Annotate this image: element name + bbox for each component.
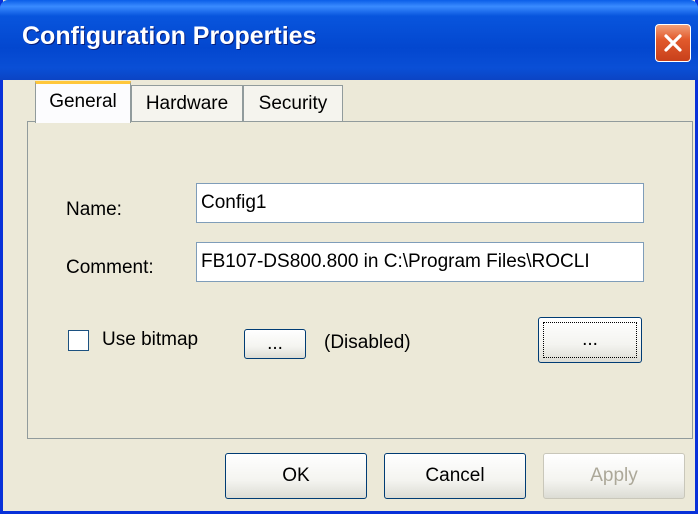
tab-general-label: General bbox=[49, 91, 117, 112]
comment-label: Comment: bbox=[66, 257, 154, 278]
apply-button[interactable]: Apply bbox=[543, 453, 685, 499]
bitmap-preview-button[interactable]: ... bbox=[538, 317, 642, 363]
bitmap-status-text: (Disabled) bbox=[324, 332, 411, 353]
title-bar[interactable]: Configuration Properties bbox=[0, 0, 698, 80]
browse-bitmap-button[interactable]: ... bbox=[244, 329, 306, 359]
ok-button[interactable]: OK bbox=[225, 453, 367, 499]
tab-hardware[interactable]: Hardware bbox=[131, 85, 243, 123]
cancel-button[interactable]: Cancel bbox=[384, 453, 526, 499]
window-title: Configuration Properties bbox=[22, 22, 317, 50]
tab-general[interactable]: General bbox=[35, 81, 131, 123]
tab-hardware-label: Hardware bbox=[145, 93, 229, 114]
tab-security-label: Security bbox=[258, 93, 328, 114]
close-button[interactable] bbox=[655, 24, 691, 62]
name-label: Name: bbox=[66, 199, 122, 220]
use-bitmap-label[interactable]: Use bitmap bbox=[102, 329, 198, 351]
close-icon bbox=[664, 34, 682, 52]
comment-field[interactable]: FB107-DS800.800 in C:\Program Files\ROCL… bbox=[196, 242, 644, 282]
dialog-window: Configuration Properties General Hardwar… bbox=[0, 0, 698, 514]
tab-security[interactable]: Security bbox=[243, 85, 343, 123]
general-tab-panel: Name: Config1 Comment: FB107-DS800.800 i… bbox=[27, 121, 693, 439]
name-field[interactable]: Config1 bbox=[196, 183, 644, 223]
use-bitmap-checkbox[interactable] bbox=[68, 330, 89, 351]
